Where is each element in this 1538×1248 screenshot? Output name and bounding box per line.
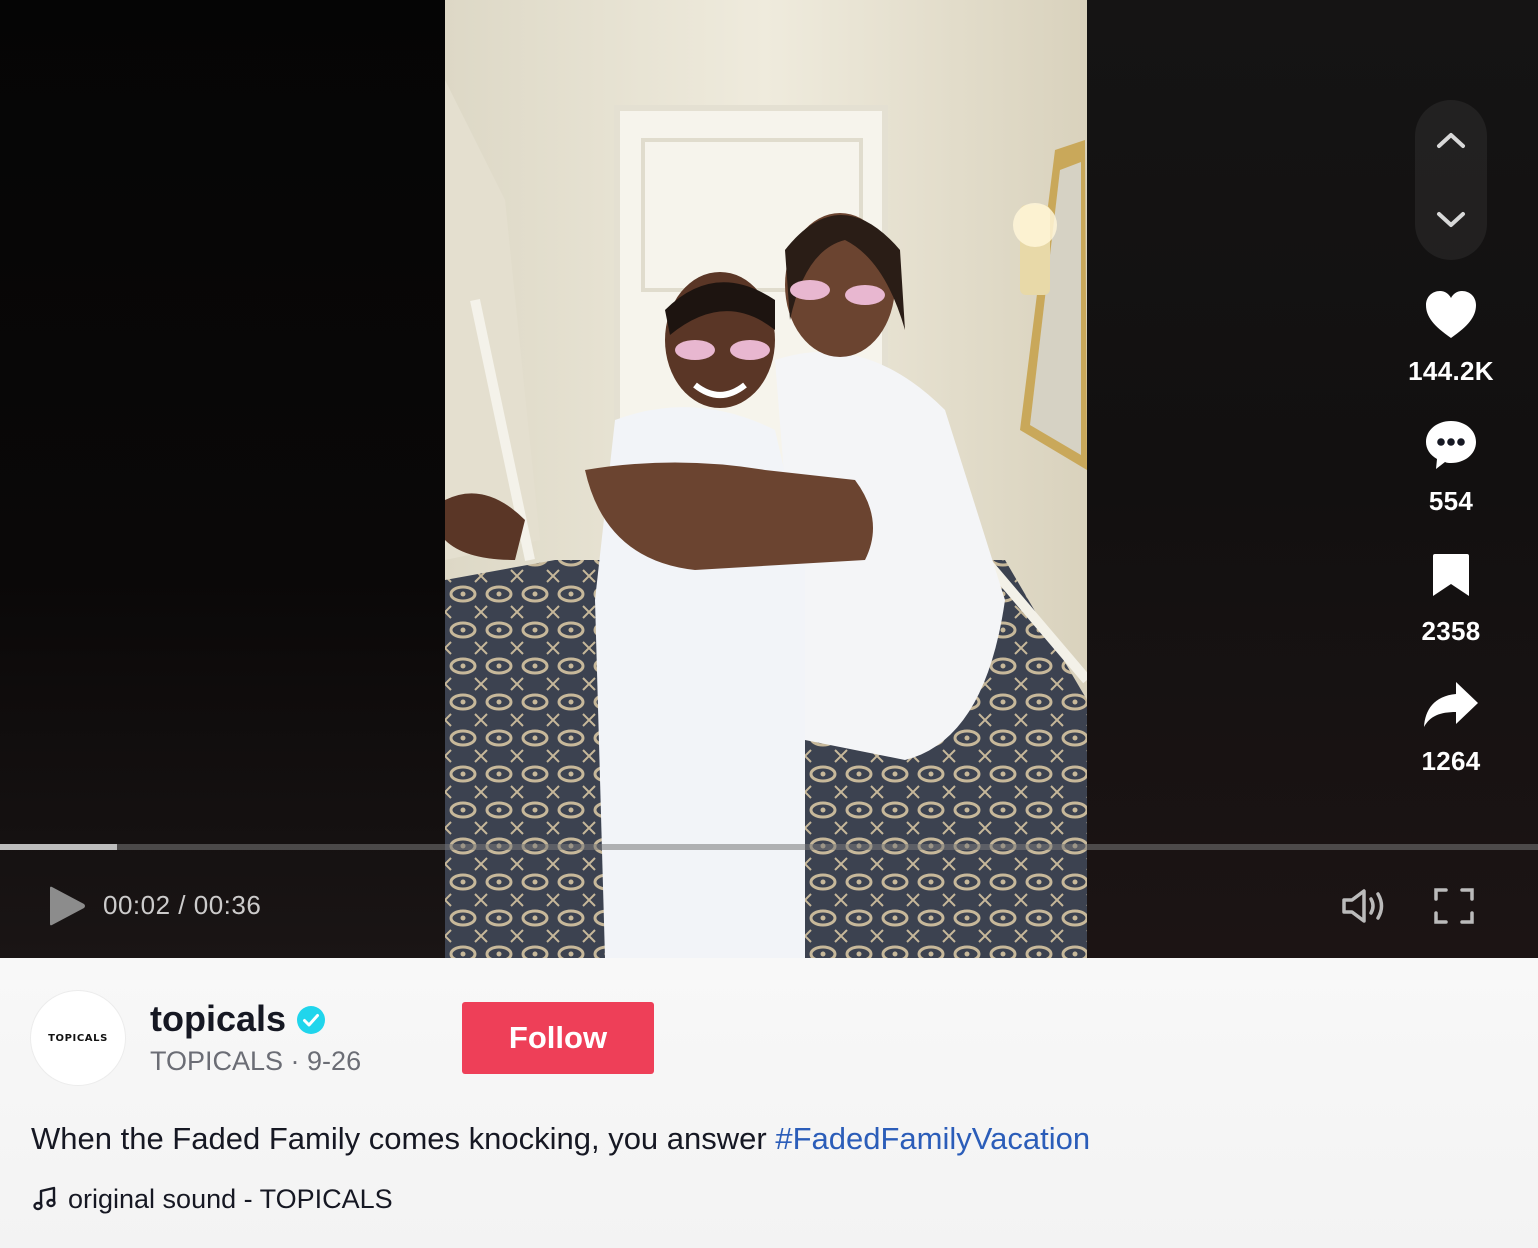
author-subline: TOPICALS · 9-26 — [150, 1046, 362, 1076]
follow-button[interactable]: Follow — [462, 1002, 654, 1074]
music-note-icon — [33, 1186, 56, 1211]
play-button[interactable] — [44, 884, 88, 928]
player-controls: 00:02 / 00:36 — [0, 870, 1538, 940]
volume-button[interactable] — [1340, 886, 1392, 926]
comment-button[interactable] — [1406, 410, 1496, 480]
like-count: 144.2K — [1408, 356, 1494, 386]
like-action: 144.2K — [1406, 280, 1496, 387]
comment-icon — [1426, 421, 1476, 469]
bookmark-icon — [1433, 554, 1469, 596]
fullscreen-button[interactable] — [1432, 886, 1476, 926]
comment-count: 554 — [1428, 486, 1474, 516]
caption-hashtag[interactable]: #FadedFamilyVacation — [775, 1121, 1090, 1156]
progress-fill — [0, 844, 117, 850]
chevron-down-icon — [1437, 212, 1465, 227]
play-icon — [50, 886, 85, 926]
sound-link[interactable]: original sound - TOPICALS — [32, 1182, 393, 1216]
verified-badge-icon — [297, 1006, 325, 1034]
caption-text: When the Faded Family comes knocking, yo… — [31, 1121, 776, 1156]
fullscreen-icon — [1434, 888, 1474, 924]
time-display: 00:02 / 00:36 — [103, 890, 262, 920]
video-caption: When the Faded Family comes knocking, yo… — [31, 1121, 1090, 1157]
next-video-button[interactable] — [1415, 190, 1487, 250]
progress-bar[interactable] — [0, 844, 1538, 850]
share-button[interactable] — [1406, 670, 1496, 740]
like-button[interactable] — [1406, 280, 1496, 350]
video-scene — [445, 0, 1087, 958]
share-count: 1264 — [1421, 746, 1481, 776]
volume-icon — [1342, 889, 1384, 923]
share-action: 1264 — [1406, 670, 1496, 777]
save-action: 2358 — [1406, 540, 1496, 647]
video-nav — [1415, 100, 1487, 260]
avatar[interactable]: TOPICALS — [30, 990, 126, 1086]
heart-icon — [1426, 291, 1476, 338]
sound-label: original sound - TOPICALS — [68, 1183, 393, 1214]
video-info: TOPICALS topicals TOPICALS · 9-26 Follow… — [0, 958, 1538, 1248]
save-button[interactable] — [1406, 540, 1496, 610]
author-username[interactable]: topicals — [150, 998, 286, 1040]
video-player[interactable]: 144.2K 554 2358 1264 00:02 / 00:36 — [0, 0, 1538, 958]
comment-action: 554 — [1406, 410, 1496, 517]
share-icon — [1424, 682, 1478, 727]
avatar-logo-text: TOPICALS — [48, 1032, 108, 1044]
video-frame[interactable] — [445, 0, 1087, 958]
save-count: 2358 — [1421, 616, 1481, 646]
previous-video-button[interactable] — [1415, 110, 1487, 170]
action-rail: 144.2K 554 2358 1264 — [1398, 0, 1538, 958]
chevron-up-icon — [1437, 133, 1465, 148]
